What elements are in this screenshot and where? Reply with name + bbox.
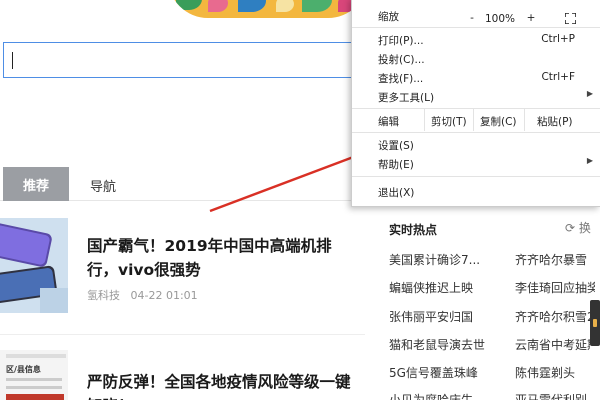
menu-item-print[interactable]: 打印(P)... Ctrl+P bbox=[352, 30, 600, 49]
menu-edit-row: 编辑 bbox=[352, 111, 424, 132]
menu-item-cast[interactable]: 投射(C)... bbox=[352, 49, 600, 68]
zoom-in-button[interactable]: + bbox=[524, 12, 538, 24]
menu-item-more-tools[interactable]: 更多工具(L) ▶ bbox=[352, 87, 600, 106]
menu-shortcut: Ctrl+F bbox=[541, 71, 575, 83]
cut-button[interactable]: 剪切(T) bbox=[425, 111, 473, 132]
zoom-level: 100% bbox=[485, 13, 516, 25]
menu-item-label: 退出(X) bbox=[378, 187, 415, 199]
zoom-label: 缩放 bbox=[378, 11, 399, 23]
menu-shortcut: Ctrl+P bbox=[541, 33, 575, 45]
menu-item-label: 投射(C)... bbox=[378, 54, 425, 66]
menu-divider bbox=[352, 132, 600, 133]
menu-divider bbox=[352, 176, 600, 177]
fullscreen-icon[interactable] bbox=[565, 13, 576, 24]
edit-label: 编辑 bbox=[378, 116, 399, 128]
menu-item-find[interactable]: 查找(F)... Ctrl+F bbox=[352, 68, 600, 87]
menu-item-help[interactable]: 帮助(E) ▶ bbox=[352, 154, 600, 173]
submenu-arrow-icon: ▶ bbox=[586, 89, 593, 98]
menu-item-label: 设置(S) bbox=[378, 140, 414, 152]
submenu-arrow-icon: ▶ bbox=[586, 156, 593, 165]
cut-label: 剪切(T) bbox=[431, 116, 467, 128]
browser-page: 推荐 导航 国产霸气！2019年中国中高端机排行，vivo很强势 氢科技 04-… bbox=[0, 0, 600, 400]
browser-menu: 缩放 - 100% + 打印(P)... Ctrl+P 投射(C)... 查找(… bbox=[351, 0, 600, 207]
menu-item-label: 更多工具(L) bbox=[378, 92, 435, 104]
menu-divider bbox=[352, 108, 600, 109]
menu-item-label: 查找(F)... bbox=[378, 73, 424, 85]
paste-button[interactable]: 粘贴(P) bbox=[525, 111, 600, 132]
zoom-out-button[interactable]: - bbox=[463, 12, 481, 24]
menu-item-settings[interactable]: 设置(S) bbox=[352, 135, 600, 154]
menu-zoom-row: 缩放 - 100% + bbox=[352, 4, 600, 26]
menu-item-label: 打印(P)... bbox=[378, 35, 424, 47]
menu-divider bbox=[352, 27, 600, 28]
copy-button[interactable]: 复制(C) bbox=[474, 111, 524, 132]
paste-label: 粘贴(P) bbox=[537, 116, 573, 128]
menu-item-exit[interactable]: 退出(X) bbox=[352, 182, 600, 201]
copy-label: 复制(C) bbox=[480, 116, 517, 128]
menu-item-label: 帮助(E) bbox=[378, 159, 414, 171]
